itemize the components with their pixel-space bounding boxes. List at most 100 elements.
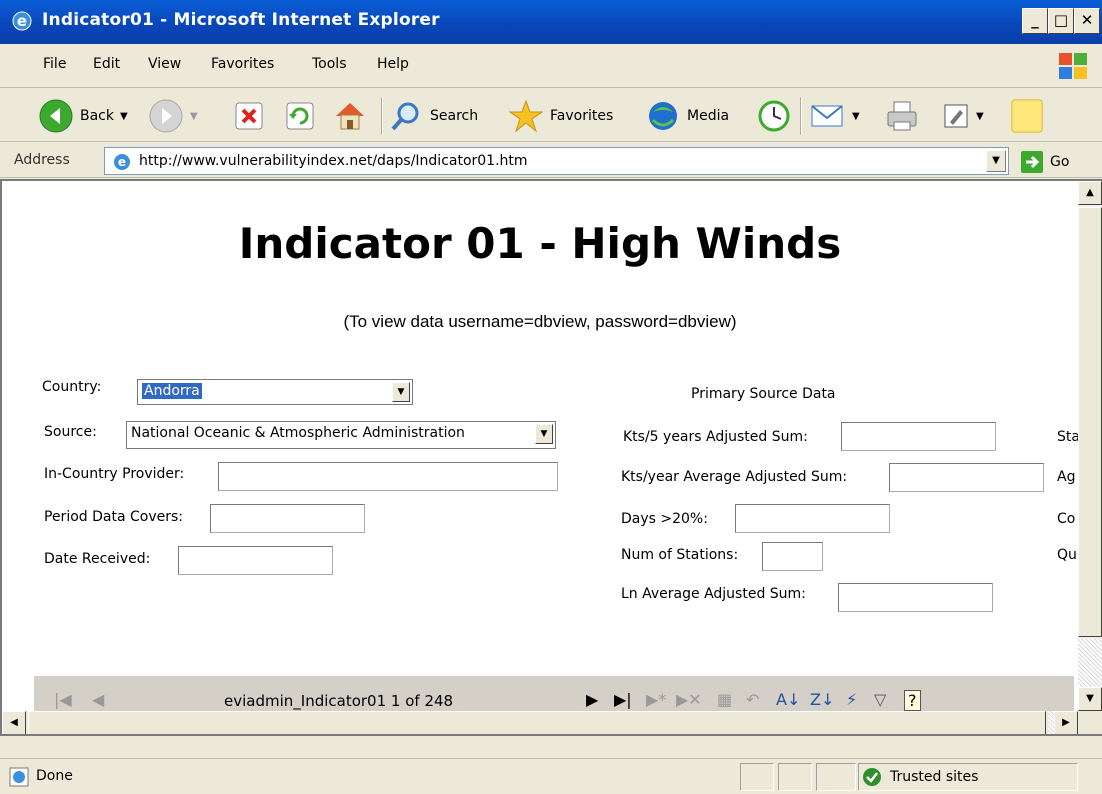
new-record-icon[interactable]: ▶* xyxy=(646,690,666,709)
stations-field[interactable] xyxy=(762,542,823,571)
provider-label: In-Country Provider: xyxy=(44,466,185,482)
media-icon xyxy=(649,102,677,130)
menu-edit[interactable]: Edit xyxy=(93,56,120,72)
back-button[interactable]: Back ▼ xyxy=(38,97,128,135)
save-record-icon[interactable]: ▦ xyxy=(717,690,732,709)
chevron-down-icon[interactable]: ▼ xyxy=(986,150,1006,172)
help-icon[interactable]: ? xyxy=(904,690,921,711)
menu-view[interactable]: View xyxy=(148,56,181,72)
mail-icon xyxy=(811,105,843,127)
svg-text:e: e xyxy=(118,155,126,169)
ln-label: Ln Average Adjusted Sum: xyxy=(621,586,806,602)
delete-record-icon[interactable]: ▶✕ xyxy=(676,690,702,709)
scroll-right-icon[interactable]: ▶ xyxy=(1054,711,1078,734)
print-icon[interactable] xyxy=(884,97,920,135)
page-subtitle: (To view data username=dbview, password=… xyxy=(343,312,737,331)
clipped-label: Ag xyxy=(1057,469,1076,485)
first-record-icon[interactable]: |◀ xyxy=(54,690,72,709)
source-value: National Oceanic & Atmospheric Administr… xyxy=(131,425,465,441)
refresh-icon[interactable] xyxy=(283,97,317,135)
source-select[interactable]: National Oceanic & Atmospheric Administr… xyxy=(126,421,556,449)
vertical-scrollbar[interactable]: ▲ ▼ xyxy=(1078,181,1102,711)
address-label: Address xyxy=(14,152,70,168)
kts5-label: Kts/5 years Adjusted Sum: xyxy=(623,429,808,445)
trusted-check-icon xyxy=(863,768,881,786)
horizontal-scrollbar[interactable]: ◀ ▶ xyxy=(2,711,1078,734)
back-label: Back xyxy=(80,108,114,124)
forward-button[interactable]: ▼ xyxy=(148,97,198,135)
clipped-label: Qu xyxy=(1057,547,1077,563)
home-icon[interactable] xyxy=(332,97,368,135)
media-button[interactable]: Media xyxy=(645,97,729,135)
ktsyear-field[interactable] xyxy=(889,463,1044,492)
country-value: Andorra xyxy=(141,382,203,400)
menu-favorites[interactable]: Favorites xyxy=(211,56,274,72)
sort-ascending-icon[interactable]: A↓ xyxy=(776,690,800,709)
days-label: Days >20%: xyxy=(621,511,708,527)
menu-file[interactable]: File xyxy=(43,56,66,72)
source-label: Source: xyxy=(44,424,97,440)
chevron-down-icon[interactable]: ▼ xyxy=(852,111,860,122)
last-record-icon[interactable]: ▶| xyxy=(614,690,632,709)
security-zone: Trusted sites xyxy=(862,763,978,791)
period-field[interactable] xyxy=(210,504,365,533)
zone-label: Trusted sites xyxy=(890,769,979,785)
next-record-icon[interactable]: ▶ xyxy=(586,690,598,709)
scroll-up-icon[interactable]: ▲ xyxy=(1078,181,1102,205)
date-received-field[interactable] xyxy=(178,546,333,575)
minimize-button[interactable]: _ xyxy=(1022,8,1048,34)
search-button[interactable]: Search xyxy=(388,97,478,135)
edit-icon xyxy=(944,104,968,128)
kts5-field[interactable] xyxy=(841,422,996,451)
ie-page-icon: e xyxy=(114,154,130,170)
scroll-down-icon[interactable]: ▼ xyxy=(1078,687,1102,711)
page-title: Indicator 01 - High Winds xyxy=(238,219,842,268)
days-field[interactable] xyxy=(735,504,890,533)
stop-icon[interactable] xyxy=(232,97,266,135)
forward-arrow-icon xyxy=(149,99,183,133)
horizontal-scroll-thumb[interactable] xyxy=(28,711,1046,734)
close-button[interactable]: ✕ xyxy=(1074,8,1100,34)
menu-help[interactable]: Help xyxy=(377,56,409,72)
sort-descending-icon[interactable]: Z↓ xyxy=(810,690,834,709)
clipped-label: Sta xyxy=(1057,429,1080,445)
primary-heading: Primary Source Data xyxy=(691,386,836,402)
history-icon[interactable] xyxy=(756,97,792,135)
favorites-label: Favorites xyxy=(550,108,614,124)
menu-tools[interactable]: Tools xyxy=(312,56,347,72)
menu-bar: File Edit View Favorites Tools Help xyxy=(0,44,1102,88)
chevron-down-icon: ▼ xyxy=(392,382,410,402)
chevron-down-icon[interactable]: ▼ xyxy=(976,111,984,122)
previous-record-icon[interactable]: ◀ xyxy=(92,690,104,709)
edit-button[interactable]: ▼ xyxy=(942,97,984,135)
status-text: Done xyxy=(36,768,73,784)
favorites-button[interactable]: Favorites xyxy=(508,97,613,135)
record-position: eviadmin_Indicator01 1 of 248 xyxy=(224,692,454,710)
window-title: Indicator01 - Microsoft Internet Explore… xyxy=(42,10,440,30)
vertical-scroll-thumb[interactable] xyxy=(1078,207,1102,637)
messenger-icon[interactable] xyxy=(1008,97,1046,135)
windows-logo-icon xyxy=(1059,53,1087,79)
scroll-left-icon[interactable]: ◀ xyxy=(2,711,26,734)
chevron-down-icon[interactable]: ▼ xyxy=(190,111,198,122)
provider-field[interactable] xyxy=(218,462,558,491)
mail-button[interactable]: ▼ xyxy=(808,97,860,135)
star-icon xyxy=(508,99,544,133)
page-content: Indicator 01 - High Winds (To view data … xyxy=(0,179,1102,736)
chevron-down-icon[interactable]: ▼ xyxy=(120,111,128,122)
ln-field[interactable] xyxy=(838,583,993,612)
media-label: Media xyxy=(687,108,730,124)
undo-icon[interactable]: ↶ xyxy=(746,690,759,709)
address-input[interactable]: e http://www.vulnerabilityindex.net/daps… xyxy=(104,147,1009,175)
ie-icon: e xyxy=(12,11,32,31)
go-button[interactable]: Go xyxy=(1020,150,1069,174)
toolbar: Back ▼ ▼ Search Favorites Media ▼ ▼ xyxy=(0,89,1102,142)
filter-icon[interactable]: ▽ xyxy=(874,690,886,709)
title-bar: e Indicator01 - Microsoft Internet Explo… xyxy=(0,0,1102,44)
country-select[interactable]: Andorra ▼ xyxy=(137,379,413,405)
maximize-button[interactable]: □ xyxy=(1048,8,1074,34)
page-done-icon xyxy=(9,767,29,787)
back-arrow-icon xyxy=(39,99,73,133)
filter-by-selection-icon[interactable]: ⚡ xyxy=(846,690,857,709)
chevron-down-icon: ▼ xyxy=(535,424,553,444)
